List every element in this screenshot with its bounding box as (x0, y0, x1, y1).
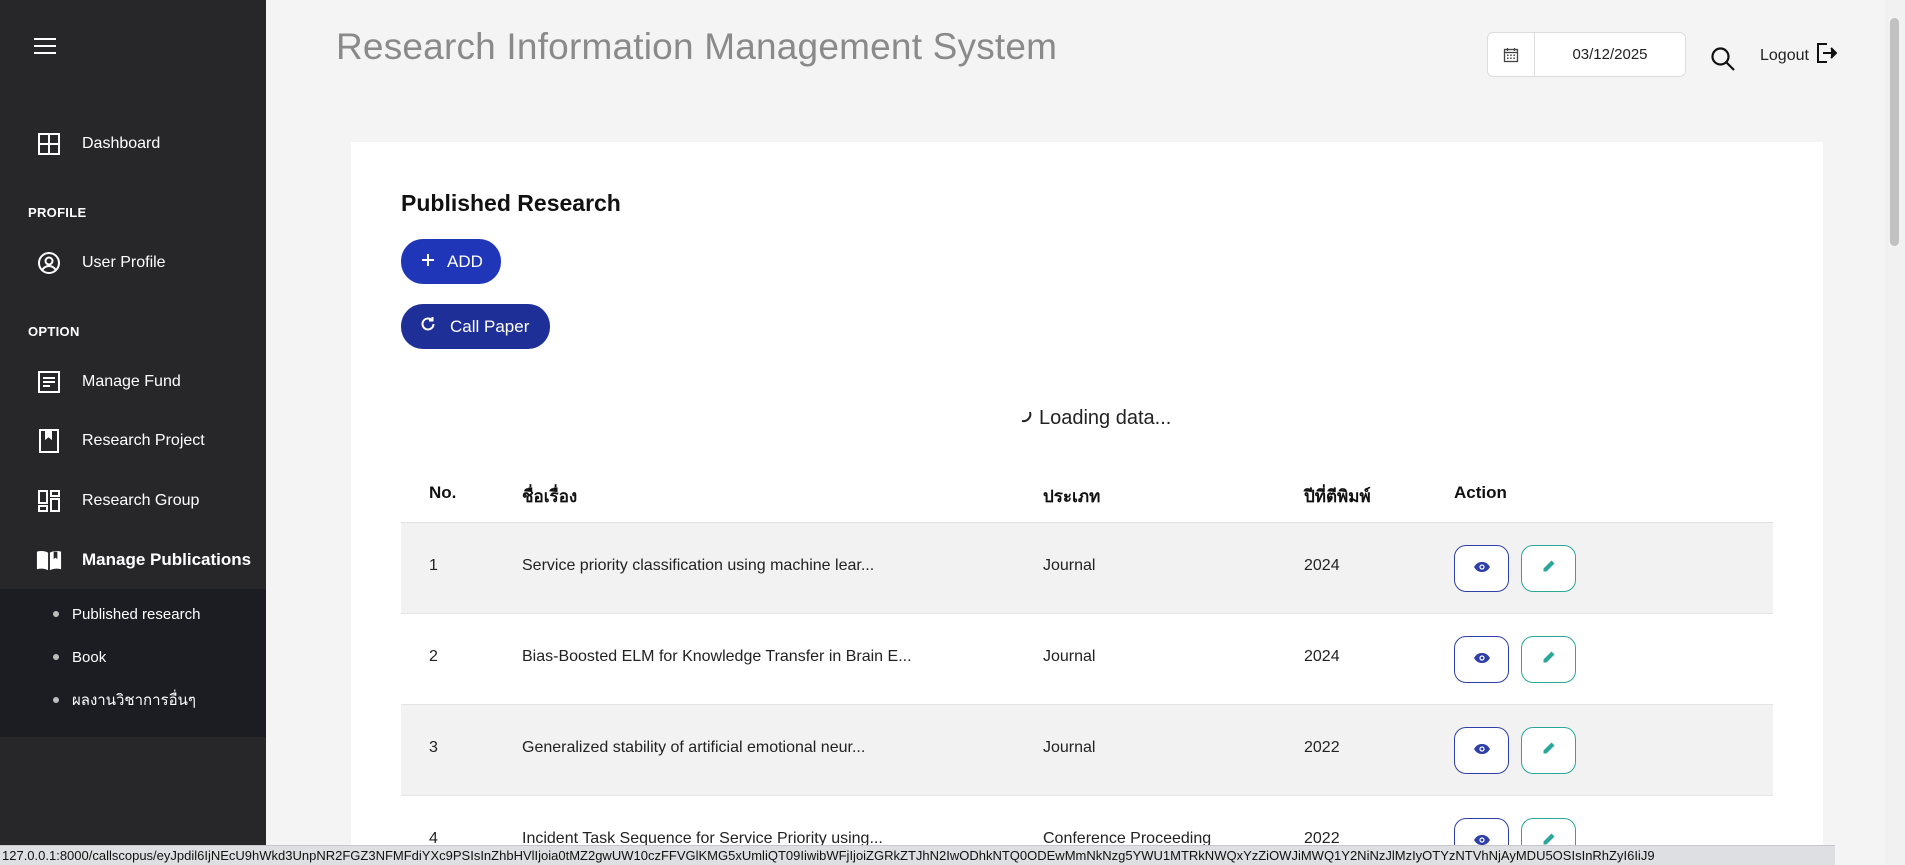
pencil-icon (1542, 741, 1556, 760)
open-book-icon (36, 547, 62, 573)
publications-table: No. ชื่อเรื่อง ประเภท ปีที่ตีพิมพ์ Actio… (401, 465, 1773, 865)
scrollbar-thumb[interactable] (1890, 18, 1899, 246)
group-tiles-icon (36, 488, 62, 514)
loading-text: Loading data... (1039, 406, 1172, 429)
add-button-label: ADD (447, 251, 483, 271)
sidebar-item-label: Manage Fund (82, 373, 181, 390)
sidebar-item-dashboard[interactable]: Dashboard (0, 122, 266, 166)
menu-toggle-icon[interactable] (34, 38, 56, 56)
cell-year: 2022 (1304, 739, 1340, 756)
page-scrollbar[interactable] (1885, 0, 1905, 865)
calendar-icon[interactable] (1488, 33, 1535, 76)
plus-icon (421, 252, 435, 272)
submenu-item-other-academic-work[interactable]: ผลงานวิชาการอื่นๆ (0, 685, 266, 715)
submenu-item-published-research[interactable]: Published research (0, 599, 266, 629)
date-picker[interactable] (1487, 32, 1686, 77)
pencil-icon (1542, 559, 1556, 578)
table-row: 2 Bias-Boosted ELM for Knowledge Transfe… (401, 614, 1773, 705)
edit-button[interactable] (1521, 636, 1576, 683)
section-title-profile: PROFILE (28, 205, 87, 220)
logout-label: Logout (1760, 46, 1809, 64)
section-heading: Published Research (401, 190, 621, 216)
call-paper-label: Call Paper (450, 316, 530, 336)
bullet-icon (53, 654, 59, 660)
sidebar-item-label: User Profile (82, 254, 166, 271)
cell-type: Journal (1043, 739, 1096, 756)
section-title-option: OPTION (28, 324, 80, 339)
refresh-icon (420, 316, 436, 337)
sidebar-item-user-profile[interactable]: User Profile (0, 241, 266, 285)
document-list-icon (36, 369, 62, 395)
column-header-year: ปีที่ตีพิมพ์ (1304, 487, 1371, 506)
row-actions (1454, 727, 1576, 774)
page-title: Research Information Management System (336, 26, 1058, 67)
logout-button[interactable]: Logout (1760, 42, 1838, 69)
submenu-item-label: ผลงานวิชาการอื่นๆ (72, 692, 196, 709)
cell-no: 3 (429, 739, 438, 756)
spinner-icon (1015, 406, 1033, 430)
view-button[interactable] (1454, 545, 1509, 592)
link-status-bar: 127.0.0.1:8000/callscopus/eyJpdil6IjNEcU… (0, 845, 1835, 865)
sidebar-item-research-group[interactable]: Research Group (0, 479, 266, 523)
dashboard-grid-icon (36, 131, 62, 157)
table-row: 3 Generalized stability of artificial em… (401, 705, 1773, 796)
bullet-icon (53, 697, 59, 703)
sidebar: Dashboard PROFILE User Profile OPTION Ma… (0, 0, 266, 865)
edit-button[interactable] (1521, 727, 1576, 774)
cell-title: Generalized stability of artificial emot… (522, 739, 866, 756)
sidebar-item-label: Dashboard (82, 135, 161, 152)
cell-no: 2 (429, 648, 438, 665)
loading-indicator: Loading data... (1015, 406, 1171, 430)
sidebar-item-manage-publications[interactable]: Manage Publications (0, 538, 266, 582)
submenu-item-book[interactable]: Book (0, 642, 266, 672)
sidebar-item-research-project[interactable]: Research Project (0, 419, 266, 463)
bullet-icon (53, 611, 59, 617)
logout-icon (1815, 42, 1838, 69)
eye-icon (1473, 742, 1491, 760)
call-paper-button[interactable]: Call Paper (401, 304, 550, 349)
sidebar-item-label: Research Project (82, 432, 205, 449)
eye-icon (1473, 651, 1491, 669)
column-header-action: Action (1454, 483, 1507, 502)
cell-no: 1 (429, 557, 438, 574)
column-header-no: No. (429, 483, 457, 502)
add-button[interactable]: ADD (401, 239, 501, 284)
cell-year: 2024 (1304, 557, 1340, 574)
table-row: 1 Service priority classification using … (401, 523, 1773, 614)
view-button[interactable] (1454, 636, 1509, 683)
cell-title: Service priority classification using ma… (522, 557, 875, 574)
sidebar-item-label: Research Group (82, 492, 200, 509)
table-header: No. ชื่อเรื่อง ประเภท ปีที่ตีพิมพ์ Actio… (401, 465, 1773, 523)
submenu-item-label: Published research (72, 605, 201, 623)
publications-submenu: Published research Book ผลงานวิชาการอื่น… (0, 589, 266, 737)
submenu-item-label: Book (72, 648, 107, 666)
eye-icon (1473, 560, 1491, 578)
user-circle-icon (36, 250, 62, 276)
edit-button[interactable] (1521, 545, 1576, 592)
column-header-type: ประเภท (1043, 487, 1101, 506)
column-header-title: ชื่อเรื่อง (522, 487, 578, 506)
cell-year: 2024 (1304, 648, 1340, 665)
view-button[interactable] (1454, 727, 1509, 774)
cell-title: Bias-Boosted ELM for Knowledge Transfer … (522, 648, 912, 665)
cell-type: Journal (1043, 557, 1096, 574)
bookmark-book-icon (36, 428, 62, 454)
pencil-icon (1542, 650, 1556, 669)
published-research-card: Published Research ADD Call Paper Loadin… (351, 142, 1823, 865)
row-actions (1454, 545, 1576, 592)
search-icon[interactable] (1710, 46, 1738, 74)
cell-type: Journal (1043, 648, 1096, 665)
row-actions (1454, 636, 1576, 683)
sidebar-item-manage-fund[interactable]: Manage Fund (0, 360, 266, 404)
date-input[interactable] (1535, 46, 1685, 63)
sidebar-item-label: Manage Publications (82, 550, 252, 569)
